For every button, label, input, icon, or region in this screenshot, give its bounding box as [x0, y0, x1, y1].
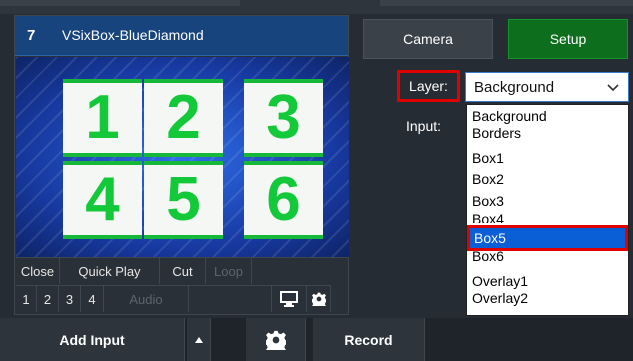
add-input-menu-button[interactable] — [187, 318, 211, 361]
layer-option[interactable]: Borders — [467, 125, 628, 141]
tab-camera[interactable]: Camera — [363, 19, 493, 59]
gear-icon — [311, 292, 326, 306]
box-5: 5 — [144, 161, 223, 239]
box-5-label: 5 — [166, 165, 201, 234]
record-button[interactable]: Record — [313, 318, 425, 361]
row2-spacer — [189, 285, 272, 312]
loop-button[interactable]: Loop — [206, 257, 252, 284]
top-segment — [0, 0, 240, 6]
output-button[interactable] — [272, 285, 307, 312]
input-title: VSixBox-BlueDiamond — [62, 27, 204, 43]
monitor-icon — [280, 291, 298, 307]
layer-option[interactable]: Box4 — [467, 211, 628, 223]
input-panel: 7 VSixBox-BlueDiamond 1 2 3 4 5 6 Close … — [14, 15, 349, 315]
layer-option[interactable]: Box6 — [467, 251, 628, 263]
layer-option[interactable]: Overlay1 — [467, 273, 628, 289]
control-row-2: 1 2 3 4 Audio — [16, 285, 331, 312]
box-4: 4 — [63, 161, 142, 239]
box-3: 3 — [244, 79, 323, 157]
control-row-1: Close Quick Play Cut Loop — [16, 257, 349, 284]
row1-spacer — [252, 257, 349, 284]
layer-select[interactable]: Background — [465, 72, 629, 102]
cut-button[interactable]: Cut — [160, 257, 206, 284]
box-2: 2 — [144, 79, 223, 157]
settings-gear-button[interactable] — [246, 318, 306, 361]
box-6-label: 6 — [266, 165, 301, 234]
layer-option-highlighted[interactable]: Box5 — [467, 225, 628, 251]
chevron-down-icon — [607, 84, 619, 92]
close-button[interactable]: Close — [16, 257, 60, 284]
layer-option[interactable]: Box3 — [467, 193, 628, 209]
layer-option[interactable]: Box2 — [467, 171, 628, 187]
overlay-2-button[interactable]: 2 — [37, 285, 59, 312]
overlay-3-button[interactable]: 3 — [59, 285, 81, 312]
layer-label: Layer: — [397, 70, 460, 102]
overlay-4-button[interactable]: 4 — [81, 285, 104, 312]
input-header[interactable]: 7 VSixBox-BlueDiamond — [15, 16, 348, 56]
layer-option[interactable]: Overlay2 — [467, 290, 628, 306]
box-1: 1 — [63, 79, 142, 157]
layer-option[interactable]: Box1 — [467, 150, 628, 166]
tab-setup[interactable]: Setup — [508, 19, 628, 59]
box-4-label: 4 — [85, 165, 120, 234]
gear-icon — [265, 330, 286, 350]
box-1-label: 1 — [85, 83, 120, 152]
box-2-label: 2 — [166, 83, 201, 152]
layer-dropdown-list: Background Borders Box1 Box2 Box3 Box4 B… — [466, 104, 629, 316]
add-input-button[interactable]: Add Input — [0, 318, 185, 361]
layer-select-value: Background — [474, 79, 555, 96]
quick-play-button[interactable]: Quick Play — [60, 257, 160, 284]
top-strip — [0, 0, 633, 14]
settings-button[interactable] — [307, 285, 331, 312]
box-6: 6 — [244, 161, 323, 239]
input-field-label: Input: — [406, 118, 442, 134]
audio-button[interactable]: Audio — [104, 285, 189, 312]
layer-option[interactable]: Background — [467, 108, 628, 124]
caret-up-icon — [194, 336, 203, 343]
input-preview[interactable]: 1 2 3 4 5 6 — [16, 57, 349, 257]
top-segment — [380, 0, 633, 6]
box-3-label: 3 — [266, 83, 301, 152]
input-number: 7 — [27, 27, 36, 44]
overlay-1-button[interactable]: 1 — [16, 285, 37, 312]
